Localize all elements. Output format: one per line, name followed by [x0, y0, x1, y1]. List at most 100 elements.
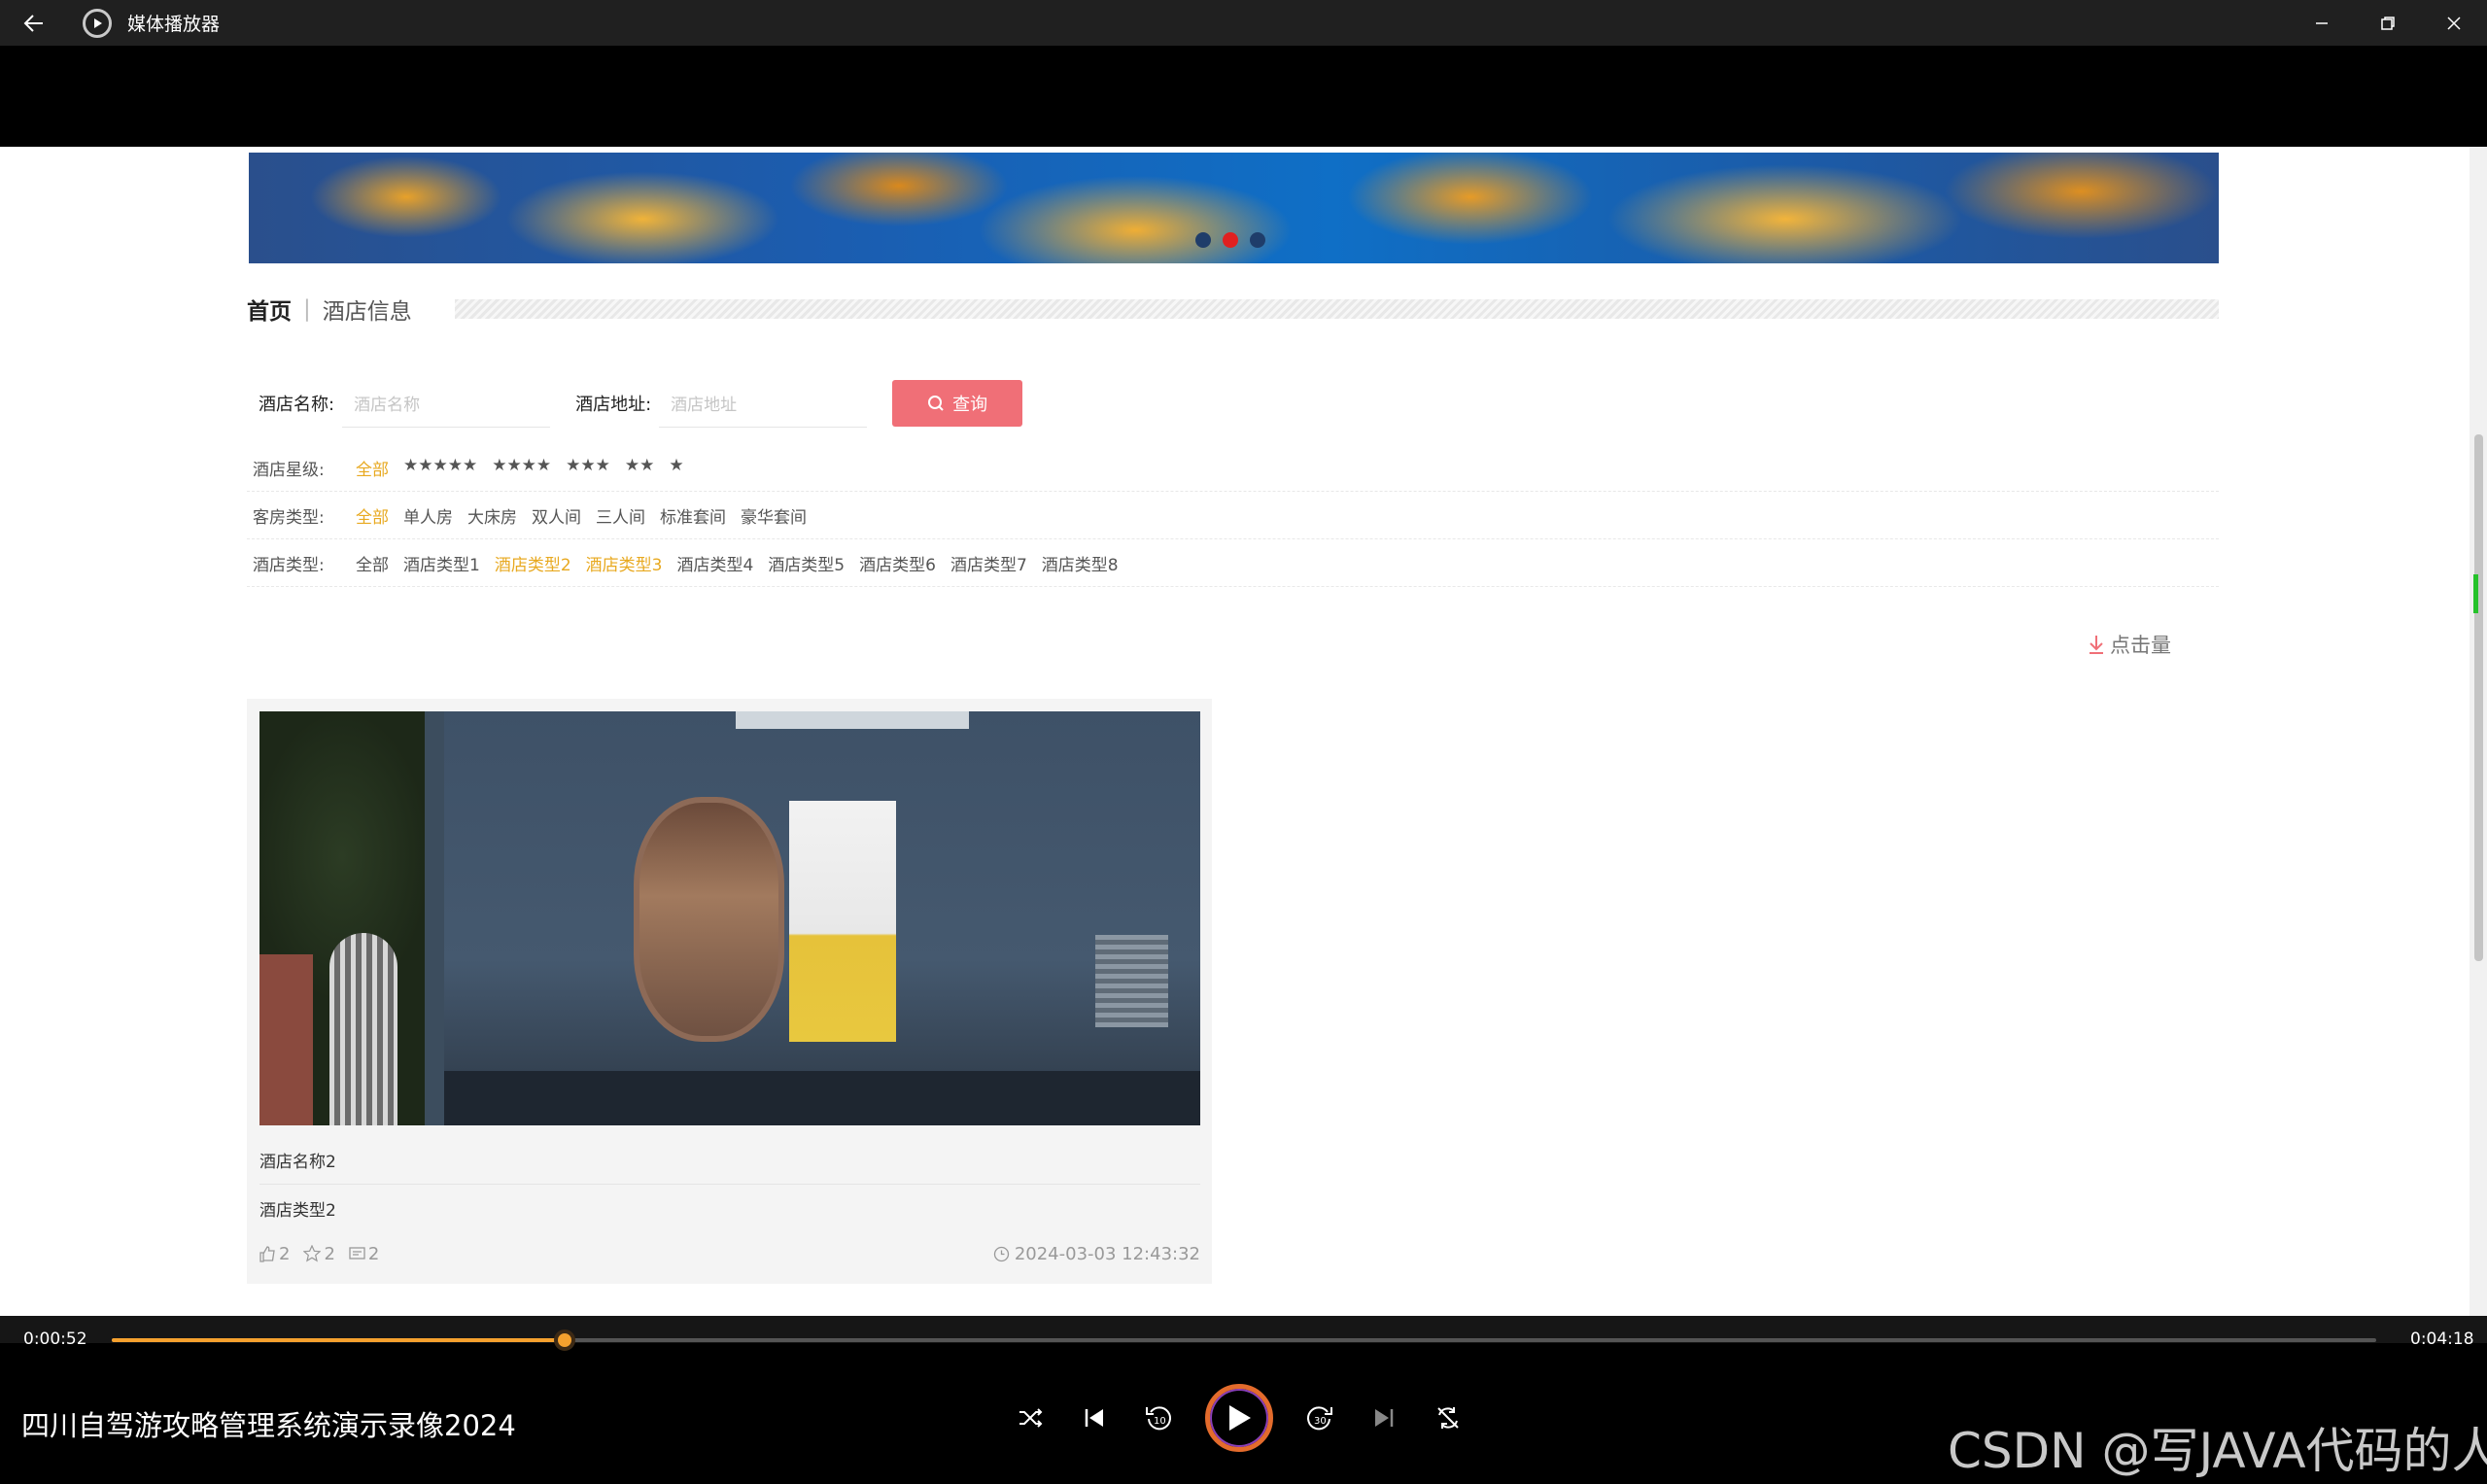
filter-option[interactable]: 酒店类型8: [1042, 551, 1119, 575]
filter-option[interactable]: 酒店类型1: [403, 551, 480, 575]
filter-option[interactable]: 全部: [356, 456, 389, 480]
publish-time: 2024-03-03 12:43:32: [993, 1244, 1200, 1264]
photo-doorway: [789, 801, 896, 1042]
hotel-photo[interactable]: [259, 711, 1200, 1125]
search-form: 酒店名称: 酒店名称 酒店地址: 酒店地址 查询: [259, 379, 1023, 428]
filter-hotel-type-options: 全部 酒店类型1 酒店类型2 酒店类型3 酒店类型4 酒店类型5 酒店类型6 酒店类型7 酒店类…: [356, 551, 1133, 575]
filter-option[interactable]: 酒店类型2: [495, 551, 571, 575]
filter-option[interactable]: 全部: [356, 503, 389, 528]
filter-option[interactable]: 酒店类型3: [586, 551, 663, 575]
repeat-button[interactable]: [1431, 1400, 1466, 1435]
hotel-address-label: 酒店地址:: [575, 395, 652, 415]
filter-option[interactable]: 三人间: [596, 503, 645, 528]
restore-button[interactable]: [2355, 0, 2421, 46]
web-page: 首页 | 酒店信息 酒店名称: 酒店名称 酒店地址: 酒店地址 查询 酒店星级:…: [0, 147, 2487, 1316]
photo-gate: [329, 933, 397, 1125]
current-time: 0:00:52: [23, 1329, 87, 1349]
breadcrumb-divider: [455, 299, 2219, 319]
next-button[interactable]: [1366, 1400, 1401, 1435]
back-button[interactable]: [0, 0, 68, 46]
restore-icon: [2381, 16, 2395, 30]
photo-step: [444, 1071, 1200, 1125]
filter-option[interactable]: 全部: [356, 551, 389, 575]
filter-hotel-type-label: 酒店类型:: [253, 555, 325, 575]
filter-star-label: 酒店星级:: [253, 460, 325, 480]
forward-30-icon: 30: [1307, 1406, 1332, 1431]
media-player-window: 媒体播放器 首页 | 酒店信息 酒店名称: 酒店名称 酒店地址: 酒店地址 查询…: [0, 0, 2487, 1484]
comments[interactable]: 2: [349, 1244, 379, 1264]
svg-text:30: 30: [1314, 1416, 1327, 1427]
filter-option[interactable]: 单人房: [403, 503, 453, 528]
filter-star-options: 全部 ★★★★★ ★★★★ ★★★ ★★ ★: [356, 456, 699, 480]
seek-bar-thumb[interactable]: [553, 1329, 575, 1351]
carousel-dots: [1195, 232, 1265, 248]
window-controls: [2289, 0, 2487, 46]
filter-room: 客房类型: 全部 单人房 大床房 双人间 三人间 标准套间 豪华套间: [247, 492, 2219, 539]
thumbs-up-icon: [259, 1245, 275, 1262]
breadcrumb-home[interactable]: 首页: [247, 293, 292, 326]
likes-count: 2: [279, 1243, 291, 1264]
shuffle-icon: [1019, 1408, 1043, 1428]
hotel-name-input[interactable]: 酒店名称: [342, 379, 551, 428]
carousel-dot[interactable]: [1250, 232, 1265, 248]
seek-bar[interactable]: [112, 1338, 2376, 1342]
breadcrumb-current: 酒店信息: [322, 299, 412, 325]
filter-option[interactable]: 酒店类型5: [768, 551, 845, 575]
page-scrollbar[interactable]: [2470, 147, 2487, 1316]
media-title: 四川自驾游攻略管理系统演示录像2024: [21, 1409, 516, 1442]
banner-carousel[interactable]: [249, 153, 2219, 263]
filter-option[interactable]: 大床房: [467, 503, 517, 528]
photo-vent: [1095, 935, 1168, 1027]
shuffle-button[interactable]: [1013, 1400, 1048, 1435]
filter-option[interactable]: 酒店类型7: [950, 551, 1027, 575]
filter-option[interactable]: ★★: [625, 456, 654, 480]
filter-option[interactable]: 双人间: [532, 503, 581, 528]
favorites[interactable]: 2: [303, 1244, 335, 1264]
star-icon: [303, 1245, 322, 1262]
playback-controls: 10 30: [1013, 1384, 1466, 1452]
carousel-dot[interactable]: [1195, 232, 1211, 248]
hotel-address-input[interactable]: 酒店地址: [659, 379, 868, 428]
filter-room-options: 全部 单人房 大床房 双人间 三人间 标准套间 豪华套间: [356, 503, 821, 528]
filter-option[interactable]: ★★★: [566, 456, 610, 480]
filter-option[interactable]: ★★★★: [492, 456, 551, 480]
search-button[interactable]: 查询: [892, 380, 1023, 427]
skip-previous-icon: [1085, 1409, 1103, 1427]
clock-icon: [993, 1246, 1009, 1261]
hotel-meta: 2 2 2 2024-03-03 12:43:32: [259, 1231, 1200, 1276]
close-icon: [2447, 16, 2461, 30]
minimize-button[interactable]: [2289, 0, 2355, 46]
forward-30-button[interactable]: 30: [1302, 1400, 1337, 1435]
filter-option[interactable]: 豪华套间: [741, 503, 807, 528]
comments-count: 2: [367, 1243, 380, 1264]
photo-door: [634, 797, 784, 1042]
title-bar: 媒体播放器: [0, 0, 2487, 46]
hotel-name[interactable]: 酒店名称2: [259, 1136, 1200, 1185]
filter-star: 酒店星级: 全部 ★★★★★ ★★★★ ★★★ ★★ ★: [247, 444, 2219, 492]
filter-option[interactable]: ★: [669, 456, 683, 480]
csdn-watermark: CSDN @写JAVA代码的人: [1948, 1423, 2487, 1479]
photo-sign: [736, 711, 969, 729]
play-button[interactable]: [1205, 1384, 1273, 1452]
hotel-type: 酒店类型2: [259, 1200, 336, 1221]
download-arrow-icon: [2090, 636, 2103, 654]
svg-text:10: 10: [1154, 1416, 1166, 1427]
filter-option[interactable]: ★★★★★: [403, 456, 477, 480]
close-button[interactable]: [2421, 0, 2487, 46]
repeat-off-icon: [1437, 1407, 1459, 1429]
scrollbar-thumb[interactable]: [2474, 434, 2483, 961]
media-player-logo-icon: [83, 8, 112, 38]
search-icon: [928, 396, 944, 411]
filter-option[interactable]: 酒店类型6: [859, 551, 936, 575]
sort-by-clicks[interactable]: 点击量: [2087, 630, 2171, 659]
window-title: 媒体播放器: [127, 14, 221, 35]
filter-option[interactable]: 标准套间: [660, 503, 726, 528]
carousel-dot-active[interactable]: [1223, 232, 1238, 248]
previous-button[interactable]: [1077, 1400, 1112, 1435]
likes[interactable]: 2: [259, 1244, 290, 1264]
seek-bar-progress: [112, 1338, 569, 1342]
hotel-card[interactable]: 酒店名称2 酒店类型2 2 2 2 2024-03-03 12:43:32: [247, 699, 1212, 1284]
filter-hotel-type: 酒店类型: 全部 酒店类型1 酒店类型2 酒店类型3 酒店类型4 酒店类型5 酒店类型6 酒店…: [247, 539, 2219, 587]
filter-option[interactable]: 酒店类型4: [676, 551, 753, 575]
rewind-10-button[interactable]: 10: [1141, 1400, 1176, 1435]
